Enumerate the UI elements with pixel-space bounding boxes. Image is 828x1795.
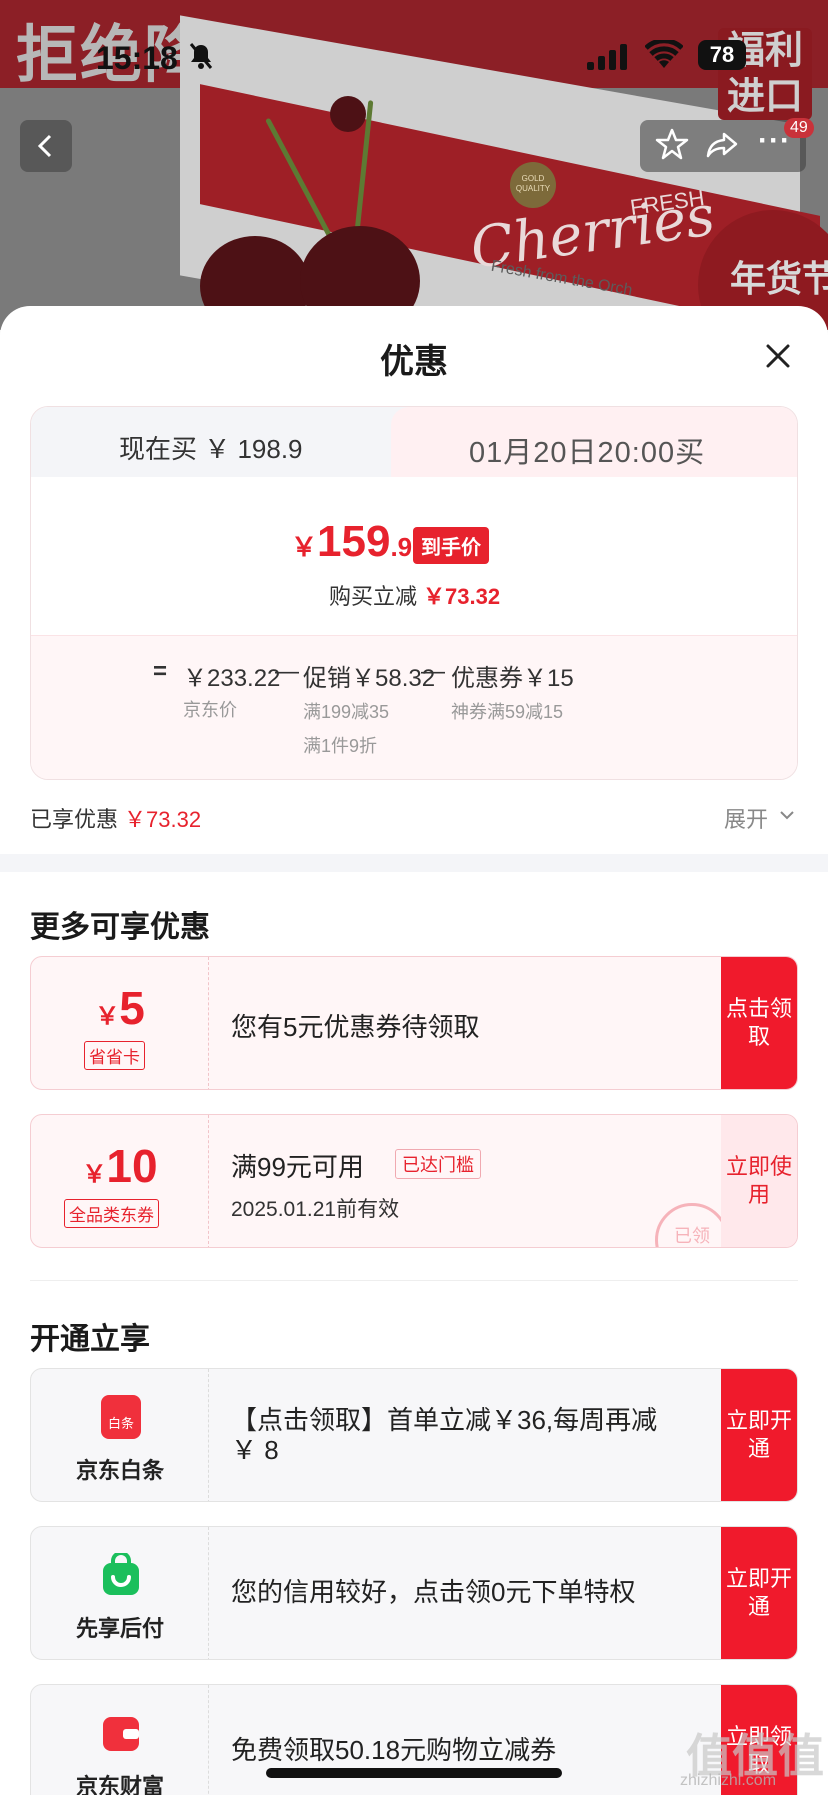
tab-buy-now-label: 现在买 ￥ 198.9	[119, 434, 303, 464]
promo-amount: 促销￥58.32	[303, 665, 436, 692]
coupon-validity: 2025.01.21前有效	[231, 1198, 400, 1221]
service-card-pay-later[interactable]: 先享后付 您的信用较好，点击领0元下单特权 立即开通	[30, 1526, 798, 1660]
message-count-badge: 49	[784, 118, 814, 138]
back-button[interactable]	[20, 120, 72, 172]
sheet-title: 优惠	[380, 343, 448, 381]
coupon-description: 满99元可用	[231, 1152, 364, 1182]
threshold-reached-chip: 已达门槛	[395, 1149, 481, 1179]
final-price-tag: 到手价	[413, 527, 489, 564]
coupon-type-tag: 省省卡	[84, 1041, 145, 1070]
tab-buy-later-label: 01月20日20:00买	[469, 437, 706, 469]
coupon-card[interactable]: ￥5 省省卡 您有5元优惠券待领取 点击领取	[30, 956, 798, 1090]
equals-sign: =	[153, 658, 168, 685]
gold-quality-seal: GOLD QUALITY	[510, 162, 556, 208]
close-icon[interactable]	[760, 338, 796, 374]
more-offers-title: 更多可享优惠	[30, 911, 210, 944]
final-price: ￥159.9	[291, 517, 413, 566]
activate-baitiao-button[interactable]: 立即开通	[721, 1369, 797, 1501]
activate-pay-later-button[interactable]: 立即开通	[721, 1527, 797, 1659]
use-coupon-button[interactable]: 立即使用	[721, 1115, 797, 1247]
wallet-icon	[101, 1711, 141, 1755]
home-indicator[interactable]	[266, 1768, 562, 1778]
mute-bell-icon	[188, 42, 214, 77]
status-time: 15:18	[96, 40, 178, 76]
cherry	[330, 96, 366, 132]
jd-price-label: 京东价	[183, 700, 237, 720]
coupon-note: 神券满59减15	[451, 702, 564, 722]
section-divider	[30, 1280, 798, 1281]
price-breakdown-card: 现在买 ￥ 198.9 01月20日20:00买 ￥159.9 到手价 购买立减…	[30, 406, 798, 780]
chevron-left-icon	[37, 134, 52, 158]
chevron-down-icon[interactable]	[778, 806, 796, 824]
minus-sign: —	[421, 658, 445, 685]
wifi-icon	[644, 38, 684, 70]
share-icon[interactable]	[704, 126, 740, 162]
coupon-amount: ￥10	[82, 1140, 158, 1192]
service-name: 先享后付	[75, 1616, 164, 1641]
promo-note: 满1件9折	[303, 736, 378, 756]
baitiao-icon: 白条	[101, 1395, 141, 1439]
service-description: 【点击领取】首单立减￥36,每周再减	[231, 1405, 658, 1435]
promo-note: 满199减35	[303, 702, 390, 722]
section-divider	[0, 854, 828, 872]
expand-button[interactable]: 展开	[724, 802, 768, 834]
battery-indicator: 78	[698, 40, 746, 70]
claim-coupon-button[interactable]: 点击领取	[721, 957, 797, 1089]
claimed-stamp: 已领	[655, 1203, 729, 1247]
service-description: 免费领取50.18元购物立减券	[231, 1735, 557, 1765]
service-card-baitiao[interactable]: 白条 京东白条 【点击领取】首单立减￥36,每周再减 ￥ 8 立即开通	[30, 1368, 798, 1502]
enjoyed-discount: 已享优惠 ￥73.32	[30, 807, 202, 832]
coupon-amount: ￥5	[95, 982, 145, 1034]
service-description: 您的信用较好，点击领0元下单特权	[231, 1577, 636, 1607]
coupon-type-tag: 全品类东券	[64, 1199, 159, 1228]
shopping-bag-icon	[101, 1551, 141, 1597]
service-name: 京东白条	[75, 1458, 164, 1483]
favorite-star-icon[interactable]	[654, 126, 690, 162]
watermark-url: zhizhizhi.com	[680, 1772, 777, 1789]
price-calculation: = ￥233.22 京东价 — 促销￥58.32 满199减35 满1件9折 —…	[31, 635, 797, 779]
coupon-card[interactable]: ￥10 全品类东券 满99元可用 已达门槛 2025.01.21前有效 已领 立…	[30, 1114, 798, 1248]
coupon-amount: 优惠券￥15	[451, 665, 574, 692]
service-description-line2: ￥ 8	[231, 1435, 279, 1465]
coupon-description: 您有5元优惠券待领取	[231, 1012, 480, 1042]
discount-sheet: 优惠 现在买 ￥ 198.9 01月20日20:00买 ￥159.9 到手价 购…	[0, 306, 828, 1795]
cellular-signal-icon	[587, 44, 629, 70]
open-now-title: 开通立享	[30, 1323, 150, 1356]
jd-price: ￥233.22	[183, 665, 281, 692]
service-name: 京东财富	[75, 1774, 164, 1795]
purchase-reduction: 购买立减 ￥73.32	[329, 584, 501, 609]
minus-sign: —	[275, 658, 299, 685]
